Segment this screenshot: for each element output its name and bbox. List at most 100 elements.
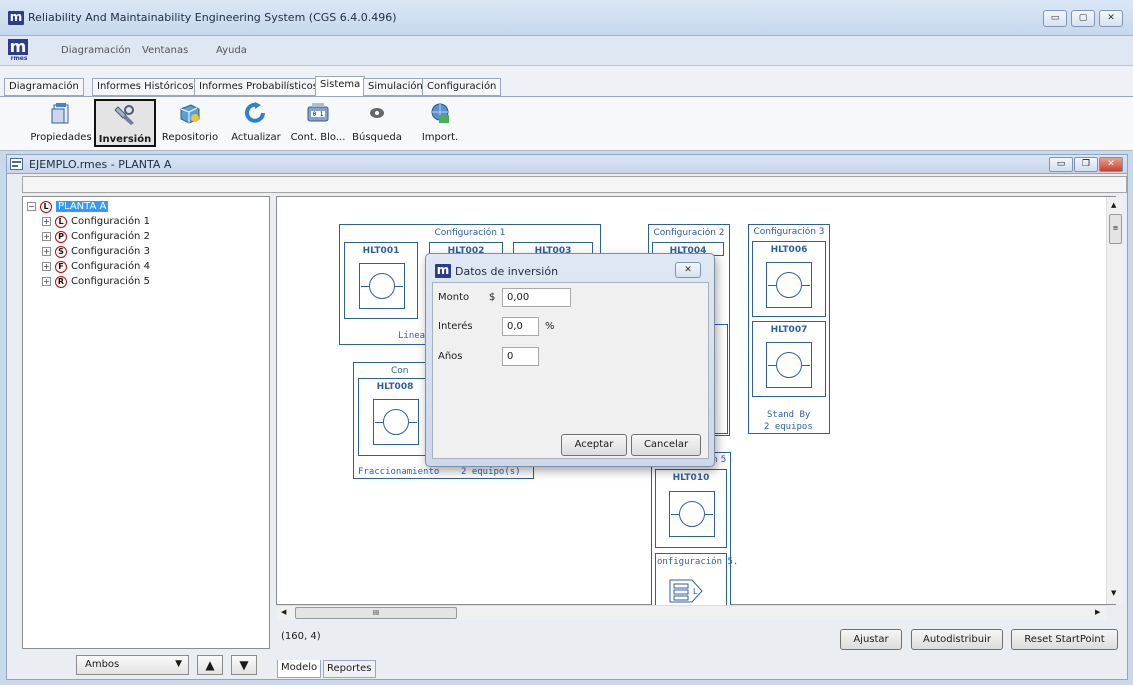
chevron-down-icon: ▼ <box>175 659 182 669</box>
component-symbol-icon <box>361 273 403 299</box>
document-title: EJEMPLO.rmes - PLANTA A <box>29 158 172 171</box>
cancel-button[interactable]: Cancelar <box>631 434 701 456</box>
tab-modelo[interactable]: Modelo <box>277 660 322 678</box>
tab-informes-historicos[interactable]: Informes Históricos <box>92 78 199 96</box>
vertical-scrollbar[interactable]: ▲ ≡ ▼ <box>1106 197 1123 604</box>
repository-button[interactable]: Repositorio <box>159 99 221 147</box>
block-counter-label: Cont. Blo... <box>290 132 346 143</box>
dialog-title: Datos de inversión <box>455 265 559 278</box>
app-icon: m <box>8 10 24 25</box>
tree-item[interactable]: + S Configuración 3 <box>42 244 150 259</box>
properties-label: Propiedades <box>30 132 92 143</box>
import-icon <box>431 103 449 123</box>
properties-button[interactable]: Propiedades <box>30 99 92 147</box>
tab-configuracion[interactable]: Configuración <box>422 78 502 96</box>
tree-item-label: Configuración 4 <box>71 261 150 272</box>
hscroll-thumb[interactable]: III <box>295 607 457 619</box>
scroll-right-icon[interactable]: ▶ <box>1095 608 1100 616</box>
import-button[interactable]: Import. <box>415 99 465 147</box>
import-label: Import. <box>421 132 459 143</box>
accept-button[interactable]: Aceptar <box>561 434 627 456</box>
menu-ventanas[interactable]: Ventanas <box>142 45 188 56</box>
ribbon-toolbar: Propiedades Inversión Repositorio Actual… <box>0 96 1133 151</box>
group-title: Configuración 3 <box>753 227 825 237</box>
component-label: HLT010 <box>672 473 710 483</box>
expand-icon[interactable]: + <box>42 247 51 256</box>
doc-close-icon[interactable]: ✕ <box>1099 157 1123 172</box>
component-hlt007[interactable]: HLT007 <box>752 321 826 397</box>
currency-symbol: $ <box>489 292 496 303</box>
filter-bar[interactable] <box>22 176 1127 193</box>
group-footer: Stand By <box>767 410 811 420</box>
tree-root[interactable]: − L PLANTA A <box>27 199 109 214</box>
dialog-close-icon[interactable]: ✕ <box>675 262 701 278</box>
tree-item[interactable]: + F Configuración 4 <box>42 259 150 274</box>
rmes-logo: m rmes <box>8 37 28 62</box>
tree-item[interactable]: + L Configuración 1 <box>42 214 150 229</box>
properties-icon <box>51 103 69 124</box>
horizontal-scrollbar[interactable]: ◀ III ▶ <box>277 605 1106 620</box>
reset-startpoint-button[interactable]: Reset StartPoint <box>1011 629 1118 650</box>
scroll-up-icon[interactable]: ▲ <box>1111 201 1116 209</box>
tree-item-label: Configuración 3 <box>71 246 150 257</box>
scroll-thumb[interactable]: ≡ <box>1109 214 1122 244</box>
expand-icon[interactable]: + <box>42 277 51 286</box>
group-title: Configuración 1 <box>434 228 506 238</box>
window-title: Reliability And Maintainability Engineer… <box>28 11 397 24</box>
menu-ayuda[interactable]: Ayuda <box>216 45 247 56</box>
component-hlt001[interactable]: HLT001 <box>344 242 418 319</box>
doc-minimize-icon[interactable]: ▭ <box>1049 157 1073 172</box>
dialog-body: Monto $ 0,00 Interés 0,0 % Años 0 Acepta… <box>432 282 709 459</box>
tab-informes-probabilisticos[interactable]: Informes Probabilísticos <box>194 78 323 96</box>
autodistribute-button[interactable]: Autodistribuir <box>911 629 1003 650</box>
interes-field[interactable]: 0,0 <box>502 317 539 336</box>
group-footer: 2 equipo(s) <box>461 467 521 477</box>
component-symbol-icon <box>768 272 810 298</box>
move-up-button[interactable]: ▲ <box>197 655 223 675</box>
component-hlt008[interactable]: HLT008 <box>358 378 432 456</box>
document-titlebar: EJEMPLO.rmes - PLANTA A ▭ ❐ ✕ <box>6 154 1128 174</box>
group-title: Configuración 2 <box>653 228 725 238</box>
arrow-down-icon: ▼ <box>239 658 249 672</box>
refresh-button[interactable]: Actualizar <box>226 99 286 147</box>
investment-button[interactable]: Inversión <box>94 99 156 147</box>
menu-diagramacion[interactable]: Diagramación <box>61 45 131 56</box>
component-hlt010[interactable]: HLT010 <box>655 469 727 548</box>
scroll-left-icon[interactable]: ◀ <box>281 608 286 616</box>
maximize-icon[interactable]: ▢ <box>1071 10 1095 27</box>
group-footer: 2 equipos <box>764 422 813 432</box>
expand-icon[interactable]: + <box>42 217 51 226</box>
collapse-icon[interactable]: − <box>27 202 36 211</box>
tree-badge-icon: R <box>55 275 67 288</box>
tree-filter-select[interactable]: Ambos ▼ <box>76 655 189 675</box>
expand-icon[interactable]: + <box>42 232 51 241</box>
block-counter-button[interactable]: 0 1 Cont. Blo... <box>287 99 349 147</box>
doc-restore-icon[interactable]: ❐ <box>1074 157 1098 172</box>
tree-badge-icon: P <box>55 230 67 243</box>
subsystem-icon: L <box>669 579 703 603</box>
monto-field[interactable]: 0,00 <box>502 288 571 307</box>
minimize-icon[interactable]: ▭ <box>1043 10 1067 27</box>
scroll-down-icon[interactable]: ▼ <box>1111 589 1116 597</box>
coordinates-readout: (160, 4) <box>281 631 321 642</box>
svg-text:0 1: 0 1 <box>313 111 324 118</box>
expand-icon[interactable]: + <box>42 262 51 271</box>
refresh-icon <box>245 102 265 123</box>
tab-diagramacion[interactable]: Diagramación <box>4 78 84 96</box>
tree-item[interactable]: + P Configuración 2 <box>42 229 150 244</box>
tab-reportes[interactable]: Reportes <box>323 660 376 678</box>
anios-field[interactable]: 0 <box>502 347 539 366</box>
component-hlt006[interactable]: HLT006 <box>752 241 826 317</box>
close-icon[interactable]: ✕ <box>1099 10 1123 27</box>
tab-sistema[interactable]: Sistema <box>315 76 366 97</box>
search-button[interactable]: Búsqueda <box>351 99 403 147</box>
investment-label: Inversión <box>98 134 152 145</box>
move-down-button[interactable]: ▼ <box>231 655 257 675</box>
tree-item-label: Configuración 1 <box>71 216 150 227</box>
tab-simulacion[interactable]: Simulación <box>363 78 428 96</box>
adjust-button[interactable]: Ajustar <box>840 629 902 650</box>
component-label: HLT008 <box>376 382 414 392</box>
tree-item[interactable]: + R Configuración 5 <box>42 274 150 289</box>
subconfiguration-block[interactable]: onfiguración 5. L <box>655 553 738 607</box>
tree-badge-icon: L <box>40 200 52 213</box>
